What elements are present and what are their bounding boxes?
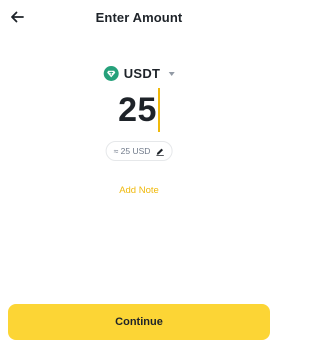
amount-input[interactable]: 25 [0, 88, 278, 132]
tether-diamond-icon [103, 66, 119, 81]
continue-button[interactable]: Continue [8, 304, 270, 340]
fiat-equivalent-value: ≈ 25 USD [113, 146, 151, 156]
enter-amount-screen: Enter Amount USDT 25 ≈ 25 USD Add Note C… [0, 0, 278, 344]
chevron-down-icon [168, 71, 175, 76]
fiat-equivalent-toggle[interactable]: ≈ 25 USD [105, 141, 173, 161]
pencil-icon [155, 147, 164, 156]
text-cursor [157, 88, 160, 132]
add-note-link[interactable]: Add Note [0, 185, 278, 196]
asset-selector[interactable]: USDT [103, 66, 175, 81]
asset-symbol: USDT [123, 66, 161, 81]
amount-value: 25 [118, 91, 157, 129]
header: Enter Amount [0, 0, 278, 36]
page-title: Enter Amount [95, 10, 183, 25]
